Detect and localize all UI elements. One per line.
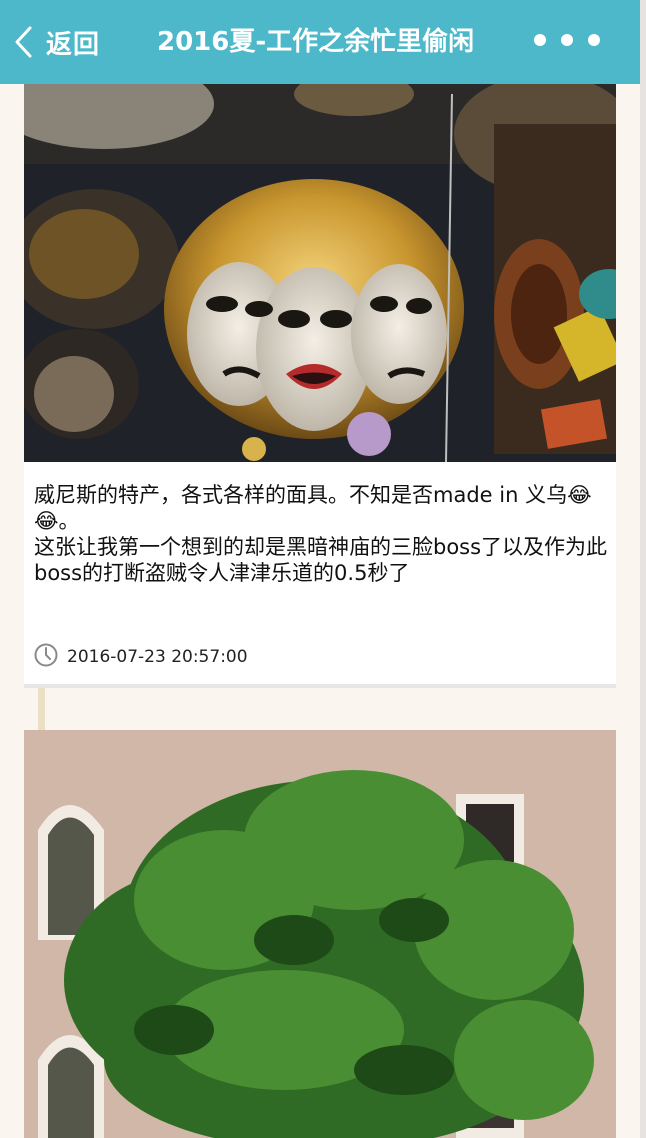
chevron-left-icon — [12, 25, 34, 59]
clock-icon — [34, 643, 58, 671]
more-dot — [534, 34, 546, 46]
post-card: 威尼斯的特产，各式各样的面具。不知是否made in 义乌😂😂。 这张让我第一个… — [24, 84, 616, 688]
scrollbar[interactable] — [640, 0, 646, 1138]
post-photo-masks[interactable] — [24, 84, 616, 462]
top-nav-bar: 返回 2016夏-工作之余忙里偷闲 — [0, 0, 640, 84]
post-card — [24, 730, 616, 1138]
more-dots-icon[interactable] — [534, 30, 600, 50]
more-dot — [561, 34, 573, 46]
post-timestamp: 2016-07-23 20:57:00 — [67, 647, 248, 667]
post-caption: 威尼斯的特产，各式各样的面具。不知是否made in 义乌😂😂。 这张让我第一个… — [34, 482, 610, 586]
post-photo-tree[interactable] — [24, 730, 616, 1138]
page-title: 2016夏-工作之余忙里偷闲 — [157, 27, 475, 57]
caption-line: 威尼斯的特产，各式各样的面具。不知是否made in 义乌😂😂。 — [34, 483, 592, 533]
back-label: 返回 — [46, 29, 101, 60]
timeline-connector — [38, 688, 45, 730]
more-dot — [588, 34, 600, 46]
back-button[interactable]: 返回 — [12, 22, 100, 62]
post-time-row: 2016-07-23 20:57:00 — [34, 643, 248, 671]
caption-line: 这张让我第一个想到的却是黑暗神庙的三脸boss了以及作为此boss的打断盗贼令人… — [34, 535, 608, 585]
